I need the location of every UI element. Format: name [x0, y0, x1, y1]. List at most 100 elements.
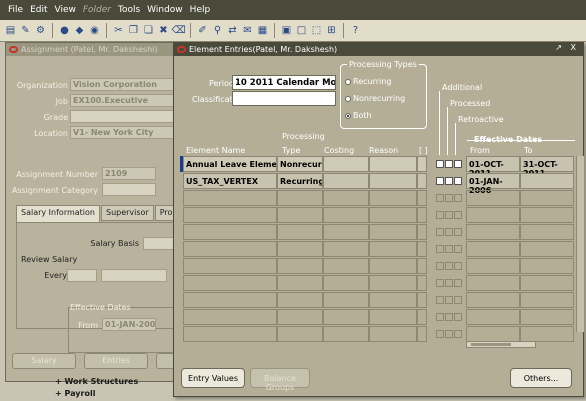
empty-checkbox[interactable] — [454, 245, 462, 253]
radio-both-dot[interactable] — [345, 112, 351, 119]
empty-cell[interactable] — [323, 275, 369, 291]
empty-cell[interactable] — [323, 241, 369, 257]
radio-recurring-dot[interactable] — [345, 78, 351, 85]
empty-cell[interactable] — [369, 275, 417, 291]
clear-icon[interactable]: ✖ — [157, 23, 170, 38]
location-field[interactable]: V1- New York City — [70, 126, 190, 139]
horizontal-scrollbar[interactable] — [466, 341, 536, 348]
classification-field[interactable] — [232, 91, 336, 106]
empty-checkbox[interactable] — [436, 313, 444, 321]
empty-cell[interactable] — [369, 241, 417, 257]
empty-cell[interactable] — [323, 207, 369, 223]
empty-cell[interactable] — [183, 241, 277, 257]
empty-checkbox[interactable] — [445, 262, 453, 270]
empty-checkbox[interactable] — [454, 313, 462, 321]
flex-cell[interactable] — [417, 173, 427, 189]
menu-view[interactable]: View — [55, 5, 76, 15]
empty-cell[interactable] — [277, 292, 323, 308]
translate-icon[interactable]: ⇄ — [226, 23, 239, 38]
empty-cell[interactable] — [277, 275, 323, 291]
empty-checkbox[interactable] — [454, 194, 462, 202]
empty-cell[interactable] — [183, 309, 277, 325]
empty-cell[interactable] — [417, 207, 427, 223]
review-every-field[interactable] — [67, 269, 97, 282]
table-row-empty[interactable] — [180, 326, 427, 343]
scrollbar-thumb[interactable] — [471, 343, 511, 346]
reason-cell[interactable] — [369, 156, 417, 172]
processed-checkbox[interactable] — [445, 160, 453, 168]
find-icon[interactable]: ◆ — [73, 23, 86, 38]
assignment-number-field[interactable]: 2109 — [102, 167, 156, 180]
new-icon[interactable]: ▤ — [4, 23, 17, 38]
cut-icon[interactable]: ✂ — [112, 23, 125, 38]
empty-cell[interactable] — [417, 224, 427, 240]
paste-icon[interactable]: ❏ — [142, 23, 155, 38]
table-row-empty[interactable] — [180, 292, 427, 309]
table-row-empty[interactable] — [436, 275, 576, 292]
empty-cell[interactable] — [369, 258, 417, 274]
copy-icon[interactable]: ❐ — [127, 23, 140, 38]
radio-nonrecurring-dot[interactable] — [345, 95, 351, 102]
empty-checkbox[interactable] — [454, 228, 462, 236]
menu-file[interactable]: File — [8, 5, 23, 15]
processed-checkbox[interactable] — [445, 177, 453, 185]
empty-checkbox[interactable] — [454, 262, 462, 270]
menu-tools[interactable]: Tools — [118, 5, 140, 15]
table-row-empty[interactable] — [436, 190, 576, 207]
additional-checkbox[interactable] — [436, 160, 444, 168]
empty-checkbox[interactable] — [445, 211, 453, 219]
empty-date-cell[interactable] — [466, 241, 520, 257]
to-date-cell[interactable] — [520, 173, 574, 189]
radio-both[interactable]: Both — [345, 111, 372, 120]
table-row-empty[interactable] — [436, 292, 576, 309]
empty-cell[interactable] — [417, 309, 427, 325]
empty-date-cell[interactable] — [466, 292, 520, 308]
radio-recurring[interactable]: Recurring — [345, 77, 391, 86]
empty-cell[interactable] — [323, 326, 369, 342]
empty-cell[interactable] — [183, 207, 277, 223]
print-icon[interactable]: ⚙ — [34, 23, 47, 38]
processing-type-cell[interactable]: Nonrecurring — [277, 156, 323, 172]
empty-cell[interactable] — [277, 190, 323, 206]
table-row-empty[interactable] — [180, 258, 427, 275]
empty-cell[interactable] — [417, 326, 427, 342]
empty-cell[interactable] — [369, 190, 417, 206]
empty-cell[interactable] — [183, 326, 277, 342]
empty-cell[interactable] — [417, 292, 427, 308]
entries-button[interactable]: Entries — [84, 353, 148, 369]
attachments-icon[interactable]: ✉ — [241, 23, 254, 38]
window-icon[interactable]: ▣ — [280, 23, 293, 38]
entry-values-button[interactable]: Entry Values — [181, 368, 245, 388]
empty-checkbox[interactable] — [454, 211, 462, 219]
empty-date-cell[interactable] — [466, 224, 520, 240]
empty-cell[interactable] — [277, 258, 323, 274]
table-row-empty[interactable] — [180, 207, 427, 224]
from-date-field[interactable]: 01-JAN-2000 — [102, 318, 156, 331]
empty-cell[interactable] — [183, 258, 277, 274]
table-row-empty[interactable] — [436, 309, 576, 326]
empty-checkbox[interactable] — [445, 330, 453, 338]
empty-date-cell[interactable] — [466, 190, 520, 206]
table-row-empty[interactable] — [436, 258, 576, 275]
empty-cell[interactable] — [417, 190, 427, 206]
empty-checkbox[interactable] — [445, 313, 453, 321]
empty-date-cell[interactable] — [466, 326, 520, 342]
empty-cell[interactable] — [277, 224, 323, 240]
tab-salary-information[interactable]: Salary Information — [16, 205, 100, 222]
empty-date-cell[interactable] — [466, 309, 520, 325]
table-row-empty[interactable] — [180, 241, 427, 258]
from-date-cell[interactable]: 01-JAN-2006 — [466, 173, 520, 195]
delete-icon[interactable]: ⌫ — [171, 23, 185, 38]
others-button[interactable]: Others... — [510, 368, 572, 388]
navigator-item-work-structures[interactable]: Work Structures — [55, 376, 139, 388]
empty-checkbox[interactable] — [454, 296, 462, 304]
radio-nonrecurring[interactable]: Nonrecurring — [345, 94, 405, 103]
empty-checkbox[interactable] — [445, 279, 453, 287]
folder-icon[interactable]: ▦ — [256, 23, 269, 38]
window-controls[interactable]: ↗ X — [555, 43, 579, 52]
tab-supervisor[interactable]: Supervisor — [100, 205, 154, 221]
empty-cell[interactable] — [183, 275, 277, 291]
table-row-empty[interactable] — [180, 190, 427, 207]
menu-edit[interactable]: Edit — [30, 5, 47, 15]
export-icon[interactable]: ⬚ — [310, 23, 323, 38]
